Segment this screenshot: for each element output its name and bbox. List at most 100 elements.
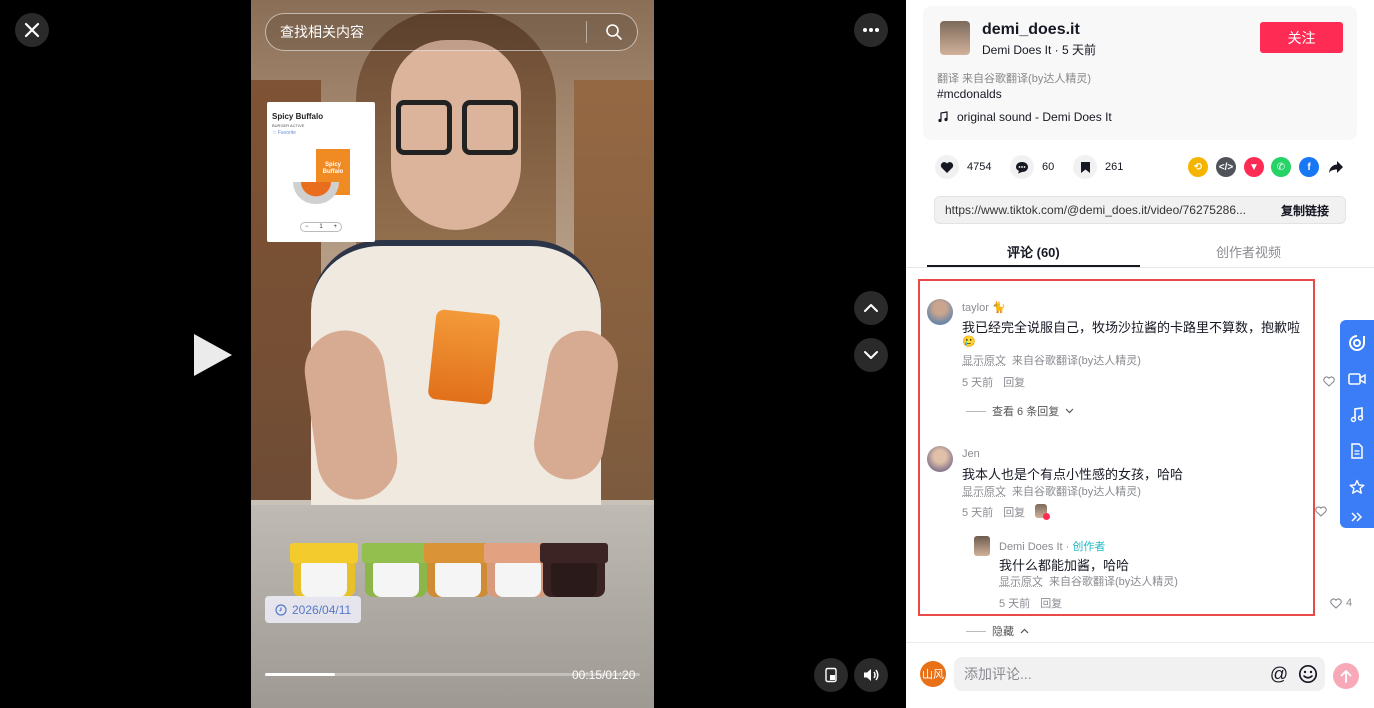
copy-link-button[interactable]: 复制链接: [1269, 202, 1345, 219]
expand-rail-icon[interactable]: [1348, 510, 1366, 524]
star-icon[interactable]: [1348, 478, 1366, 496]
share-arrow-icon[interactable]: [1326, 157, 1346, 177]
reply-button[interactable]: 回复: [1040, 595, 1062, 611]
product-favorite[interactable]: ☆ Favorite: [272, 130, 370, 136]
arrow-up-icon: [1340, 670, 1352, 683]
comment-username[interactable]: taylor 🐈: [962, 301, 1006, 314]
reply-button[interactable]: 回复: [1003, 504, 1025, 520]
comment-input[interactable]: [964, 666, 1267, 682]
show-original-link[interactable]: 显示原文: [999, 576, 1043, 588]
creator-liked-avatar: [1035, 504, 1051, 520]
share-url[interactable]: https://www.tiktok.com/@demi_does.it/vid…: [935, 203, 1269, 217]
product-title: Spicy Buffalo: [272, 112, 324, 121]
music-link[interactable]: original sound - Demi Does It: [937, 110, 1112, 124]
hashtag-link[interactable]: #mcdonalds: [937, 87, 1002, 101]
comment-input-wrapper: @: [954, 657, 1325, 691]
play-icon[interactable]: [182, 326, 240, 384]
reply-username[interactable]: Demi Does It · 创作者: [999, 538, 1105, 554]
comment-meta: 5 天前 回复: [962, 504, 1051, 520]
whatsapp-icon[interactable]: ✆: [1271, 157, 1291, 177]
quantity-stepper[interactable]: −1 +: [300, 222, 342, 232]
save-stat[interactable]: 261: [1073, 155, 1123, 179]
show-original-link[interactable]: 显示原文: [962, 355, 1006, 367]
video-time: 00:15/01:20: [572, 668, 636, 682]
show-original-link[interactable]: 显示原文: [962, 486, 1006, 498]
date-chip[interactable]: 2026/04/11: [265, 596, 362, 623]
author-avatar[interactable]: [940, 21, 970, 55]
send-icon[interactable]: ▼: [1244, 157, 1264, 177]
reply-like-button[interactable]: 4: [1330, 597, 1352, 609]
author-display-line: Demi Does It · 5 天前: [982, 43, 1097, 57]
comment-stat[interactable]: 60: [1010, 155, 1054, 179]
sauce-packet: [427, 308, 501, 406]
tab-active-indicator: [927, 265, 1140, 267]
extension-logo-icon[interactable]: [1348, 334, 1366, 352]
volume-button[interactable]: [854, 658, 888, 692]
avatar[interactable]: [927, 446, 953, 472]
avatar[interactable]: [927, 299, 953, 325]
mention-icon[interactable]: @: [1267, 662, 1291, 686]
more-options-button[interactable]: [854, 13, 888, 47]
reply-meta: 5 天前 回复: [999, 595, 1062, 611]
tab-creator-videos[interactable]: 创作者视频: [1216, 242, 1281, 261]
embed-icon[interactable]: </>: [1216, 157, 1236, 177]
music-title: original sound - Demi Does It: [957, 110, 1112, 124]
comment-translation: 显示原文 来自谷歌翻译(by达人精灵): [962, 355, 1141, 367]
chevron-down-icon: [1065, 408, 1074, 414]
comment-time: 5 天前: [962, 377, 994, 389]
details-panel: demi_does.it Demi Does It · 5 天前 关注 翻译 来…: [906, 0, 1374, 708]
reply-translation: 显示原文 来自谷歌翻译(by达人精灵): [999, 576, 1178, 588]
reply-text: 我什么都能加酱，哈哈: [999, 558, 1130, 573]
heart-outline-icon: [1330, 597, 1342, 609]
emoji-icon[interactable]: [1296, 662, 1320, 686]
sauce-bowl: [293, 182, 339, 204]
repost-icon[interactable]: ⟲: [1188, 157, 1208, 177]
more-icon: [863, 28, 879, 32]
heart-outline-icon: [1323, 376, 1335, 387]
sauce-cup: [293, 545, 355, 597]
heart-outline-icon: [1315, 506, 1327, 517]
send-comment-button[interactable]: [1333, 663, 1359, 689]
like-stat[interactable]: 4754: [935, 155, 991, 179]
pip-button[interactable]: [814, 658, 848, 692]
comment-meta: 5 天前 回复: [962, 374, 1025, 390]
sauce-cup: [427, 545, 489, 597]
extension-side-rail: [1340, 320, 1374, 528]
document-icon[interactable]: [1348, 442, 1366, 460]
chevron-up-icon: [864, 304, 878, 312]
next-video-button[interactable]: [854, 338, 888, 372]
app-root: 查找相关内容 Spicy Buffalo BURGER ACTIVE ☆ Fav…: [0, 0, 1374, 708]
comment-text: 我本人也是个有点小性感的女孩，哈哈: [962, 467, 1184, 482]
sauce-cup: [543, 545, 605, 597]
product-card[interactable]: Spicy Buffalo BURGER ACTIVE ☆ Favorite S…: [267, 102, 375, 242]
video-camera-icon[interactable]: [1348, 370, 1366, 388]
music-icon[interactable]: [1348, 406, 1366, 424]
volume-icon: [864, 669, 879, 681]
tabs: 评论 (60) 创作者视频: [906, 236, 1374, 268]
comment-time: 5 天前: [962, 507, 994, 519]
comment-count: 60: [1042, 161, 1055, 173]
comment-like-button[interactable]: [1315, 506, 1327, 517]
view-replies-button[interactable]: 查看 6 条回复: [966, 403, 1074, 419]
tab-comments[interactable]: 评论 (60): [1007, 242, 1060, 261]
video-search-bar[interactable]: 查找相关内容: [265, 13, 638, 51]
facebook-icon[interactable]: f: [1299, 157, 1319, 177]
comment-username[interactable]: Jen: [962, 448, 980, 460]
video-progress-fill: [265, 673, 336, 676]
comment-like-button[interactable]: [1323, 376, 1335, 387]
close-button[interactable]: [15, 13, 49, 47]
search-icon[interactable]: [599, 17, 629, 47]
save-count: 261: [1105, 161, 1124, 173]
like-count: 4754: [967, 161, 992, 173]
product-subtitle: BURGER ACTIVE: [272, 123, 305, 128]
device-icon: [825, 667, 837, 683]
reply-button[interactable]: 回复: [1003, 374, 1025, 390]
reply-time: 5 天前: [999, 598, 1031, 610]
avatar[interactable]: [974, 536, 990, 556]
hide-replies-button[interactable]: 隐藏: [966, 623, 1029, 639]
author-username[interactable]: demi_does.it: [982, 21, 1080, 39]
follow-button[interactable]: 关注: [1260, 22, 1343, 53]
previous-video-button[interactable]: [854, 291, 888, 325]
my-avatar[interactable]: 山风: [920, 661, 946, 687]
heart-icon: [935, 155, 959, 179]
